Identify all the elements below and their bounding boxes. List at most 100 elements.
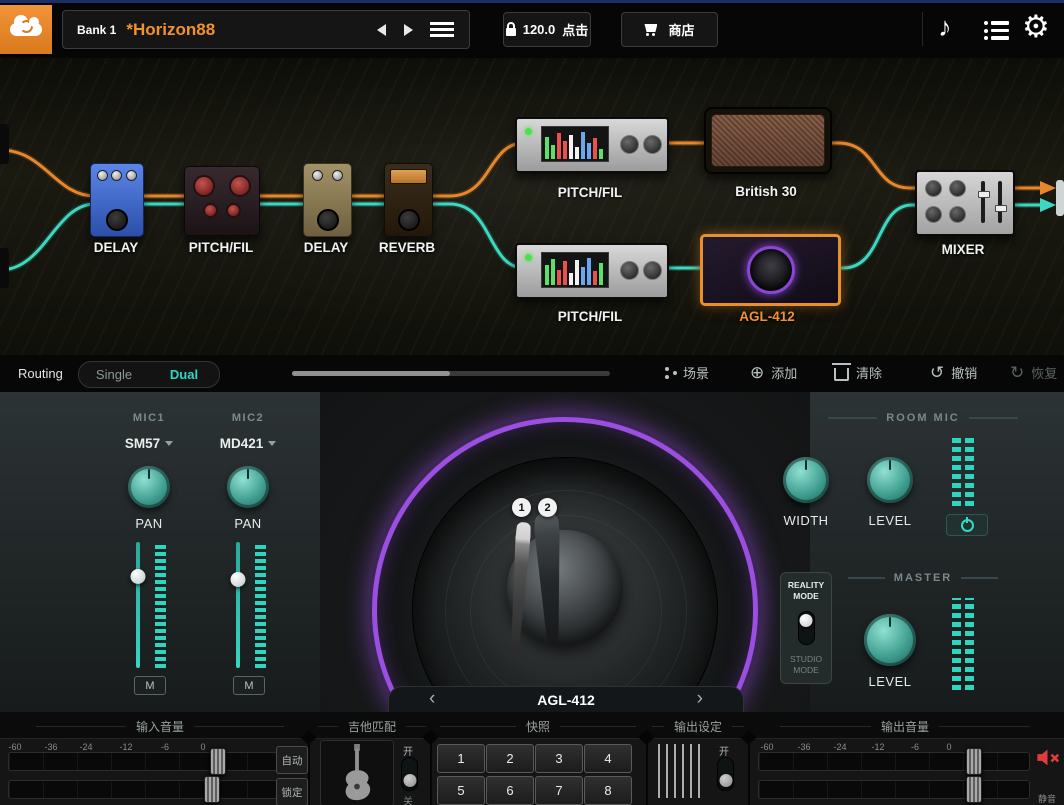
output-gain-handle-2[interactable] bbox=[966, 776, 982, 803]
snapshot-4-button[interactable]: 4 bbox=[584, 744, 632, 773]
pedal-pitchfil[interactable] bbox=[184, 166, 260, 236]
snapshot-5-button[interactable]: 5 bbox=[437, 776, 485, 805]
mic2-slider-thumb[interactable] bbox=[230, 572, 246, 587]
pedal-delay-1[interactable] bbox=[90, 163, 144, 237]
guitar-match-toggle[interactable] bbox=[401, 757, 418, 791]
chain-scrollbar[interactable] bbox=[292, 371, 610, 376]
mic1-level-slider[interactable] bbox=[130, 542, 146, 668]
snapshot-8-button[interactable]: 8 bbox=[584, 776, 632, 805]
bank-label: Bank 1 bbox=[77, 22, 117, 37]
input-gain-handle-2[interactable] bbox=[204, 776, 220, 803]
rack-eq-display bbox=[541, 126, 609, 162]
toggle-knob[interactable] bbox=[799, 614, 813, 627]
output-volume-title: 输出音量 bbox=[780, 718, 1030, 735]
cab-prev-button[interactable]: ‹ bbox=[429, 688, 435, 710]
routing-mode-toggle[interactable]: Single Dual bbox=[78, 361, 220, 388]
mic1-slider-thumb[interactable] bbox=[130, 569, 146, 584]
rack-pitchfil-top[interactable] bbox=[515, 117, 669, 173]
output-settings-eq-icon[interactable] bbox=[658, 744, 700, 798]
scenes-label: 场景 bbox=[683, 366, 710, 381]
undo-label: 撤销 bbox=[951, 366, 978, 381]
preset-list-button[interactable] bbox=[984, 21, 1009, 40]
reality-mode-label: REALITY MODE bbox=[787, 580, 825, 602]
mic2-pan-knob[interactable] bbox=[227, 466, 269, 508]
clear-button[interactable]: 清除 bbox=[832, 363, 883, 382]
mic1-mute-button[interactable]: M bbox=[134, 676, 166, 695]
snapshot-2-button[interactable]: 2 bbox=[486, 744, 534, 773]
routing-single-option[interactable]: Single bbox=[79, 367, 149, 382]
input-gain-handle[interactable] bbox=[210, 748, 226, 775]
store-label: 商店 bbox=[668, 23, 695, 38]
routing-title: Routing bbox=[18, 366, 63, 381]
room-level-knob[interactable] bbox=[867, 457, 913, 503]
mic2-mute-button[interactable]: M bbox=[233, 676, 265, 695]
list-icon bbox=[984, 21, 1009, 25]
snapshot-7-button[interactable]: 7 bbox=[535, 776, 583, 805]
toggle-knob[interactable] bbox=[403, 774, 416, 787]
pedal-delay-2[interactable] bbox=[303, 163, 352, 237]
room-width-knob[interactable] bbox=[783, 457, 829, 503]
input-auto-button[interactable]: 自动 bbox=[276, 746, 308, 774]
tempo-tap-button[interactable]: 120.0 点击 bbox=[503, 12, 591, 47]
mic2-model-dropdown[interactable]: MD421 bbox=[203, 436, 293, 451]
input-lock-button[interactable]: 锁定 bbox=[276, 778, 308, 805]
signal-chain-canvas[interactable]: DELAY PITCH/FIL DELAY REVERB PITCH/FIL B… bbox=[0, 58, 1064, 355]
device-label: MIXER bbox=[941, 242, 985, 257]
pedal-reverb[interactable] bbox=[384, 163, 433, 237]
guitar-match-off-label: 关 bbox=[403, 797, 413, 805]
music-note-icon: ♪ bbox=[938, 12, 952, 42]
chain-scrollbar-thumb[interactable] bbox=[292, 371, 450, 376]
guitar-icon bbox=[345, 744, 371, 801]
room-mic-header: ROOM MIC bbox=[828, 412, 1018, 424]
preset-prev-button[interactable] bbox=[368, 11, 395, 48]
mic2-pan-label: PAN bbox=[234, 516, 262, 531]
rack-mixer[interactable] bbox=[915, 170, 1015, 236]
guitar-match-display[interactable] bbox=[320, 740, 394, 805]
room-mic-power-button[interactable] bbox=[946, 514, 988, 536]
mic1-model-dropdown[interactable]: SM57 bbox=[104, 436, 194, 451]
clear-label: 清除 bbox=[856, 366, 883, 381]
preset-menu-icon[interactable] bbox=[430, 22, 454, 37]
scale-label: -6 bbox=[160, 742, 169, 752]
output-mute-button[interactable] bbox=[1034, 744, 1061, 771]
mic1-pan-knob[interactable] bbox=[128, 466, 170, 508]
cloud-sync-button[interactable] bbox=[0, 5, 52, 54]
snapshot-6-button[interactable]: 6 bbox=[486, 776, 534, 805]
redo-icon: ↻ bbox=[1010, 363, 1025, 382]
studio-mode-label: STUDIO MODE bbox=[789, 653, 823, 675]
output-settings-on-label: 开 bbox=[719, 747, 729, 758]
mic1-position-marker[interactable]: 1 bbox=[512, 498, 531, 517]
cab-agl412-selected[interactable] bbox=[700, 234, 841, 306]
room-mic-title: ROOM MIC bbox=[886, 412, 960, 424]
mic2-level-slider[interactable] bbox=[230, 542, 246, 668]
store-button[interactable]: 商店 bbox=[621, 12, 718, 47]
master-level-knob[interactable] bbox=[864, 614, 916, 666]
cab-next-button[interactable]: › bbox=[697, 688, 703, 710]
mic1-pan-label: PAN bbox=[135, 516, 163, 531]
cab-british30[interactable] bbox=[704, 107, 832, 174]
mic2-position-marker[interactable]: 2 bbox=[538, 498, 557, 517]
snapshot-3-button[interactable]: 3 bbox=[535, 744, 583, 773]
preset-selector[interactable]: Bank 1 *Horizon88 bbox=[62, 10, 470, 49]
scenes-button[interactable]: 场景 bbox=[664, 363, 709, 382]
reality-mode-toggle[interactable] bbox=[797, 611, 815, 645]
rack-pitchfil-bottom[interactable] bbox=[515, 243, 669, 299]
toggle-knob[interactable] bbox=[719, 774, 732, 787]
room-mic-meter bbox=[952, 438, 974, 506]
output-settings-toggle[interactable] bbox=[717, 757, 734, 791]
undo-button[interactable]: ↺ 撤销 bbox=[930, 363, 977, 382]
routing-bar: Routing Single Dual 场景 ⊕ 添加 清除 ↺ 撤销 ↻ 恢复 bbox=[0, 355, 1064, 393]
app-root: Bank 1 *Horizon88 120.0 点击 商店 ♪ ⚙ DELAY … bbox=[0, 0, 1064, 805]
snapshot-1-button[interactable]: 1 bbox=[437, 744, 485, 773]
add-button[interactable]: ⊕ 添加 bbox=[750, 363, 797, 382]
routing-dual-option[interactable]: Dual bbox=[149, 367, 219, 382]
cab-name: AGL-412 bbox=[537, 692, 595, 708]
preset-next-button[interactable] bbox=[395, 11, 422, 48]
rack-eq-display-2 bbox=[541, 252, 609, 288]
metronome-button[interactable]: ♪ bbox=[938, 14, 952, 41]
next-icon bbox=[404, 23, 413, 36]
master-level-label: LEVEL bbox=[868, 674, 912, 689]
redo-button[interactable]: ↻ 恢复 bbox=[1010, 363, 1057, 382]
settings-button[interactable]: ⚙ bbox=[1022, 11, 1050, 42]
output-gain-handle[interactable] bbox=[966, 748, 982, 775]
